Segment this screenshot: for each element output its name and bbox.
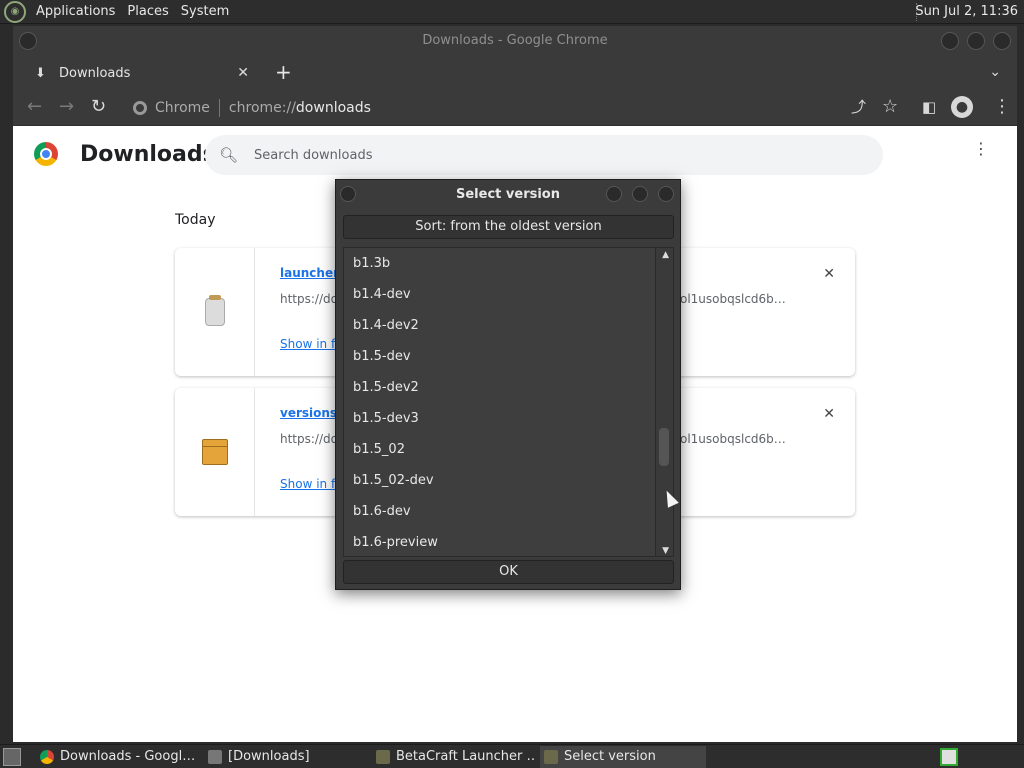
maximize-icon[interactable]: [967, 32, 985, 50]
list-item[interactable]: b1.4-dev: [344, 279, 673, 310]
task-file-manager[interactable]: [Downloads]: [204, 746, 368, 768]
top-panel: ◉ Applications Places System Sun Jul 2, …: [0, 0, 1024, 24]
package-file-icon: [201, 439, 228, 465]
list-item[interactable]: b1.6-dev: [344, 496, 673, 527]
show-in-folder-link[interactable]: Show in fo: [280, 477, 343, 491]
dialog-minimize-icon[interactable]: [606, 186, 622, 202]
forward-icon[interactable]: →: [59, 98, 74, 116]
list-item[interactable]: b1.3b: [344, 248, 673, 279]
task-select-version[interactable]: Select version: [540, 746, 706, 768]
taskbar: Downloads - Googl… [Downloads] BetaCraft…: [0, 744, 1024, 768]
list-item[interactable]: b1.5-dev2: [344, 372, 673, 403]
menu-system[interactable]: System: [181, 4, 229, 19]
remove-item-icon[interactable]: ✕: [823, 266, 835, 282]
file-name-link[interactable]: versions.: [280, 406, 342, 420]
scroll-down-icon[interactable]: ▼: [662, 546, 669, 556]
section-date: Today: [175, 212, 216, 228]
remove-item-icon[interactable]: ✕: [823, 406, 835, 422]
tab-strip: ⬇ Downloads ✕ + ⌄: [13, 56, 1017, 90]
window-title: Downloads - Google Chrome: [422, 33, 608, 48]
dialog-titlebar[interactable]: Select version: [336, 180, 680, 210]
close-window-icon[interactable]: [993, 32, 1011, 50]
back-icon[interactable]: ←: [27, 98, 42, 116]
chrome-site-icon: [133, 101, 147, 115]
close-tab-icon[interactable]: ✕: [237, 65, 249, 81]
chrome-menu-icon[interactable]: ⋮: [993, 98, 1011, 116]
download-icon: ⬇: [35, 65, 46, 81]
task-label: Select version: [564, 749, 656, 764]
dialog-title: Select version: [456, 187, 560, 202]
dialog-menu-icon[interactable]: [340, 186, 356, 202]
search-box[interactable]: 🔍︎: [205, 135, 883, 175]
sort-button[interactable]: Sort: from the oldest version: [343, 215, 674, 239]
betacraft-icon: [544, 750, 558, 764]
url-host: downloads: [295, 100, 371, 116]
task-chrome[interactable]: Downloads - Googl…: [36, 746, 200, 768]
folder-icon: [208, 750, 222, 764]
file-icon-column: [175, 248, 255, 376]
file-url: https://do: [280, 432, 338, 446]
show-desktop-icon[interactable]: [3, 748, 21, 766]
file-url-tail: ol1usobqslcd6b…: [680, 432, 786, 446]
tray-app-icon[interactable]: [940, 748, 958, 766]
chrome-task-icon: [40, 750, 54, 764]
omnibox-divider: [218, 99, 220, 117]
file-url-tail: ol1usobqslcd6b…: [680, 292, 786, 306]
show-in-folder-link[interactable]: Show in fo: [280, 337, 343, 351]
list-item[interactable]: b1.6-preview: [344, 527, 673, 556]
omnibox[interactable]: Chrome chrome://downloads: [127, 93, 927, 123]
site-label: Chrome: [155, 100, 210, 116]
reload-icon[interactable]: ↻: [91, 98, 106, 116]
page-menu-icon[interactable]: ⋮: [973, 141, 989, 157]
task-label: BetaCraft Launcher …: [396, 749, 536, 764]
list-item[interactable]: b1.4-dev2: [344, 310, 673, 341]
dialog-maximize-icon[interactable]: [632, 186, 648, 202]
bookmark-star-icon[interactable]: ☆: [882, 98, 898, 116]
task-betacraft[interactable]: BetaCraft Launcher …: [372, 746, 536, 768]
task-label: [Downloads]: [228, 749, 310, 764]
minimize-icon[interactable]: [941, 32, 959, 50]
tab-downloads[interactable]: ⬇ Downloads ✕: [21, 56, 261, 90]
jar-file-icon: [204, 295, 225, 326]
window-titlebar[interactable]: Downloads - Google Chrome: [13, 26, 1017, 56]
distro-logo-icon[interactable]: ◉: [4, 0, 26, 23]
menu-places[interactable]: Places: [127, 4, 168, 19]
share-icon[interactable]: ⤴: [851, 98, 866, 116]
file-icon-column: [175, 388, 255, 516]
file-url: https://do: [280, 292, 338, 306]
dialog-close-icon[interactable]: [658, 186, 674, 202]
list-scrollbar[interactable]: ▲ ▼: [655, 248, 673, 556]
task-label: Downloads - Googl…: [60, 749, 196, 764]
ok-button[interactable]: OK: [343, 560, 674, 584]
chrome-logo-icon: [34, 142, 58, 166]
clock[interactable]: Sun Jul 2, 11:36: [915, 4, 1018, 19]
search-input[interactable]: [254, 147, 855, 163]
version-list[interactable]: b1.3b b1.4-dev b1.4-dev2 b1.5-dev b1.5-d…: [343, 247, 674, 557]
url-scheme: chrome://: [228, 100, 296, 116]
betacraft-icon: [376, 750, 390, 764]
scroll-thumb[interactable]: [659, 428, 669, 466]
window-menu-icon[interactable]: [19, 32, 37, 50]
select-version-dialog: Select version Sort: from the oldest ver…: [335, 179, 681, 590]
toolbar: ← → ↻ Chrome chrome://downloads ⤴ ☆ ◧ ● …: [13, 90, 1017, 126]
tab-title: Downloads: [59, 65, 131, 81]
page-title: Downloads: [80, 142, 216, 167]
new-tab-icon[interactable]: +: [275, 62, 292, 82]
search-icon: 🔍︎: [219, 146, 239, 164]
profile-avatar-icon[interactable]: ●: [951, 96, 973, 118]
scroll-up-icon[interactable]: ▲: [662, 250, 669, 260]
list-item[interactable]: b1.5_02-dev: [344, 465, 673, 496]
side-panel-icon[interactable]: ◧: [922, 98, 936, 116]
list-item[interactable]: b1.5_02: [344, 434, 673, 465]
menu-applications[interactable]: Applications: [36, 4, 115, 19]
list-item[interactable]: b1.5-dev: [344, 341, 673, 372]
list-item[interactable]: b1.5-dev3: [344, 403, 673, 434]
tab-search-icon[interactable]: ⌄: [989, 64, 1001, 80]
